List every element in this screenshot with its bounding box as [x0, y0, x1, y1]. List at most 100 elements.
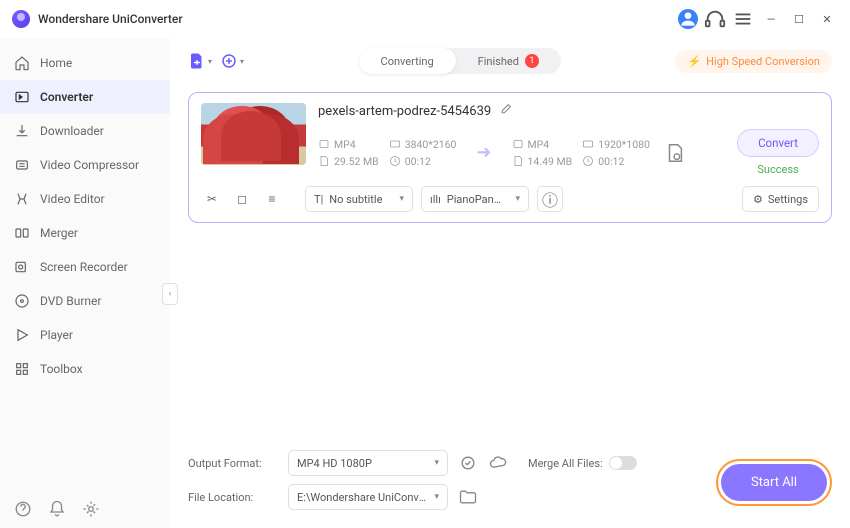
- file-icon: [318, 155, 330, 167]
- cut-icon[interactable]: ✂: [201, 188, 223, 210]
- tab-segment: Converting Finished1: [359, 48, 561, 74]
- editor-icon: [14, 191, 30, 207]
- file-location-dropdown[interactable]: E:\Wondershare UniConverter▾: [288, 484, 448, 510]
- file-name-row: pexels-artem-podrez-5454639: [318, 103, 819, 120]
- sidebar-item-label: Home: [40, 56, 72, 70]
- sidebar-item-label: Converter: [40, 90, 93, 104]
- chevron-down-icon: ▾: [399, 194, 404, 204]
- notification-icon[interactable]: [48, 500, 66, 518]
- chevron-down-icon: ▾: [208, 57, 212, 66]
- resolution-icon: [582, 138, 594, 150]
- recorder-icon: [14, 259, 30, 275]
- subtitle-icon: T|: [314, 193, 323, 206]
- arrow-right-icon: ➜: [462, 142, 505, 163]
- close-button[interactable]: ✕: [816, 8, 838, 30]
- app-logo: [12, 10, 30, 28]
- info-button[interactable]: ⓘ: [537, 186, 563, 212]
- start-all-button[interactable]: Start All: [721, 464, 827, 501]
- clock-icon: [582, 155, 594, 167]
- merger-icon: [14, 225, 30, 241]
- sidebar-item-label: Video Compressor: [40, 158, 139, 172]
- status-label: Success: [757, 163, 798, 176]
- chevron-down-icon: ▾: [434, 492, 439, 502]
- converter-icon: [14, 89, 30, 105]
- merge-toggle[interactable]: [609, 456, 637, 470]
- crop-icon[interactable]: ◻: [231, 188, 253, 210]
- sidebar-item-player[interactable]: Player: [0, 318, 170, 352]
- sidebar-item-editor[interactable]: Video Editor: [0, 182, 170, 216]
- sidebar-item-home[interactable]: Home: [0, 46, 170, 80]
- finished-count-badge: 1: [525, 54, 539, 68]
- chevron-down-icon: ▾: [515, 194, 520, 204]
- cloud-icon[interactable]: [488, 453, 508, 473]
- merge-label: Merge All Files:: [528, 457, 603, 470]
- format-icon: [318, 138, 330, 150]
- audio-dropdown[interactable]: ıllıPianoPanda - ...▾: [421, 186, 529, 212]
- app-title: Wondershare UniConverter: [38, 12, 183, 26]
- sidebar-item-label: Video Editor: [40, 192, 105, 206]
- sidebar-item-compressor[interactable]: Video Compressor: [0, 148, 170, 182]
- output-format-dropdown[interactable]: MP4 HD 1080P▾: [288, 450, 448, 476]
- gpu-icon[interactable]: [458, 453, 478, 473]
- open-folder-icon[interactable]: [458, 487, 478, 507]
- output-format-label: Output Format:: [188, 457, 278, 470]
- chevron-down-icon: ▾: [434, 458, 439, 468]
- sidebar-item-label: DVD Burner: [40, 294, 101, 308]
- help-icon[interactable]: [14, 500, 32, 518]
- start-all-highlight: Start All: [716, 459, 832, 506]
- video-thumbnail[interactable]: [201, 103, 306, 165]
- subtitle-dropdown[interactable]: T|No subtitle▾: [305, 186, 413, 212]
- downloader-icon: [14, 123, 30, 139]
- audio-icon: ıllı: [430, 193, 441, 206]
- tab-converting[interactable]: Converting: [359, 48, 456, 74]
- edit-name-icon[interactable]: [499, 103, 512, 120]
- toolbox-icon: [14, 361, 30, 377]
- src-size: 29.52 MB: [334, 155, 379, 168]
- headset-icon[interactable]: [704, 8, 726, 30]
- file-icon: [512, 155, 524, 167]
- sidebar-item-label: Player: [40, 328, 73, 342]
- src-format: MP4: [334, 138, 356, 151]
- file-card: pexels-artem-podrez-5454639 MP4 29.52 MB…: [188, 92, 832, 223]
- settings-icon[interactable]: [82, 500, 100, 518]
- src-duration: 00:12: [405, 155, 431, 168]
- bolt-icon: ⚡: [687, 55, 701, 68]
- resolution-icon: [389, 138, 401, 150]
- compressor-icon: [14, 157, 30, 173]
- merge-toggle-row: Merge All Files:: [528, 456, 637, 470]
- more-icon[interactable]: ≡: [261, 188, 283, 210]
- minimize-button[interactable]: —: [760, 8, 782, 30]
- sidebar-item-converter[interactable]: Converter: [0, 80, 170, 114]
- dvd-icon: [14, 293, 30, 309]
- src-resolution: 3840*2160: [405, 138, 457, 151]
- collapse-sidebar-button[interactable]: ‹: [162, 283, 178, 305]
- dst-duration: 00:12: [598, 155, 624, 168]
- preset-icon[interactable]: [664, 142, 686, 164]
- sidebar-item-dvd[interactable]: DVD Burner: [0, 284, 170, 318]
- sidebar-item-toolbox[interactable]: Toolbox: [0, 352, 170, 386]
- convert-button[interactable]: Convert: [737, 129, 819, 157]
- dst-format: MP4: [528, 138, 550, 151]
- high-speed-button[interactable]: ⚡High Speed Conversion: [675, 50, 832, 73]
- dst-size: 14.49 MB: [528, 155, 573, 168]
- menu-icon[interactable]: [732, 8, 754, 30]
- user-icon[interactable]: [678, 9, 698, 29]
- file-name: pexels-artem-podrez-5454639: [318, 104, 491, 119]
- sidebar: Home Converter Downloader Video Compress…: [0, 38, 170, 528]
- sidebar-item-label: Downloader: [40, 124, 104, 138]
- content: ▾ ▾ Converting Finished1 ⚡High Speed Con…: [170, 38, 850, 528]
- settings-button[interactable]: ⚙Settings: [742, 186, 819, 212]
- tab-finished[interactable]: Finished1: [456, 48, 561, 74]
- add-file-button[interactable]: ▾: [188, 49, 212, 73]
- sidebar-item-recorder[interactable]: Screen Recorder: [0, 250, 170, 284]
- gear-icon: ⚙: [753, 193, 763, 206]
- sidebar-item-merger[interactable]: Merger: [0, 216, 170, 250]
- dst-resolution: 1920*1080: [598, 138, 650, 151]
- sidebar-item-downloader[interactable]: Downloader: [0, 114, 170, 148]
- player-icon: [14, 327, 30, 343]
- maximize-button[interactable]: ☐: [788, 8, 810, 30]
- add-url-button[interactable]: ▾: [220, 49, 244, 73]
- chevron-down-icon: ▾: [240, 57, 244, 66]
- sidebar-item-label: Merger: [40, 226, 78, 240]
- file-location-label: File Location:: [188, 491, 278, 504]
